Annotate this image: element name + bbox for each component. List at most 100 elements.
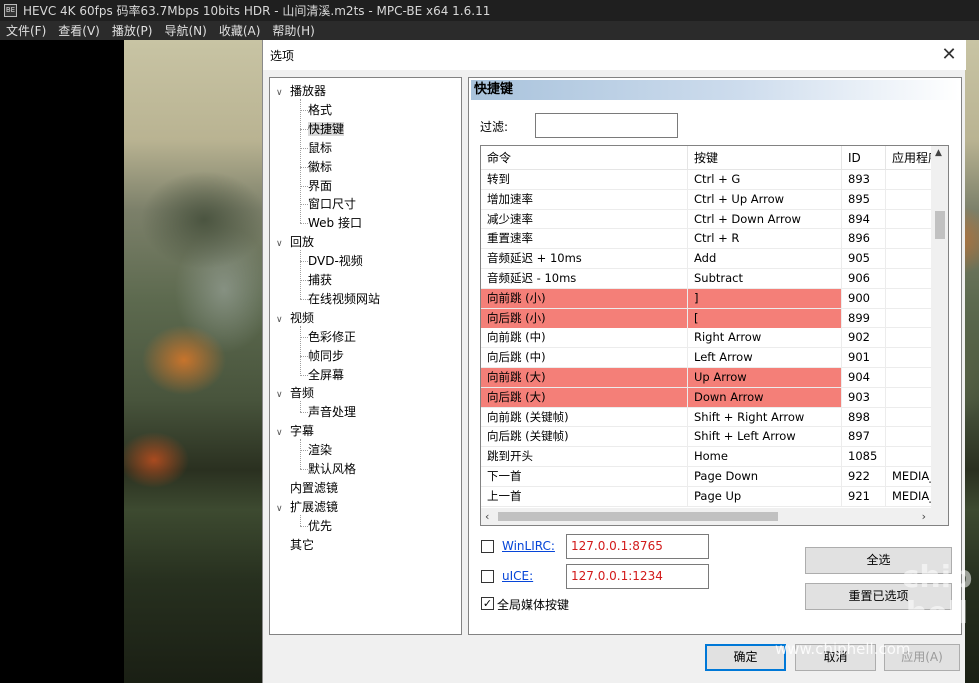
tree-item[interactable]: ∨ 视频 xyxy=(276,309,314,327)
table-row[interactable]: 跳到开头 Home 1085 xyxy=(481,447,932,467)
column-header-app[interactable]: 应用程序 xyxy=(886,146,932,170)
uice-address[interactable]: 127.0.0.1:1234 xyxy=(566,564,709,589)
ok-button[interactable]: 确定 xyxy=(705,644,786,671)
tree-connector xyxy=(300,280,308,281)
tree-item[interactable]: ∨ 扩展滤镜 xyxy=(276,498,338,516)
options-tree[interactable]: ∨ 播放器 格式 快捷键 鼠标 徽标 界面 窗口尺寸 Web 接口 ∨ 回放 DVD-视频 捕获 在线视频… xyxy=(269,77,462,635)
close-icon[interactable]: ✕ xyxy=(937,43,961,67)
winlirc-link[interactable]: WinLIRC: xyxy=(502,539,555,553)
cell-id: 896 xyxy=(842,229,886,249)
horizontal-scroll-thumb[interactable] xyxy=(498,512,778,521)
table-row[interactable]: 减少速率 Ctrl + Down Arrow 894 xyxy=(481,209,932,230)
tree-item[interactable]: 徽标 xyxy=(308,158,332,176)
table-row[interactable]: 音频延迟 - 10ms Subtract 906 xyxy=(481,268,932,289)
tree-item[interactable]: 界面 xyxy=(308,177,332,195)
tree-connector xyxy=(300,355,308,357)
tree-item[interactable]: 在线视频网站 xyxy=(308,290,380,308)
vertical-scroll-thumb[interactable] xyxy=(935,211,945,239)
table-row[interactable]: 音频延迟 + 10ms Add 905 xyxy=(481,249,932,269)
tree-item[interactable]: 渲染 xyxy=(308,441,332,459)
tree-item[interactable]: 全屏幕 xyxy=(308,366,344,384)
cell-key: [ xyxy=(688,308,842,328)
shortcuts-table[interactable]: 命令 按键 ID 应用程序 转到Ctrl + G893增加速率Ctrl + Up… xyxy=(480,145,949,526)
table-row[interactable]: 向前跳 (中) Right Arrow 902 xyxy=(481,328,932,349)
tree-item-label: 播放器 xyxy=(290,84,327,98)
tree-item[interactable]: 默认风格 xyxy=(308,460,356,478)
tree-item[interactable]: 色彩修正 xyxy=(308,328,356,346)
tree-item-label: 色彩修正 xyxy=(308,329,357,344)
table-row[interactable]: 向后跳 (小)[899 xyxy=(481,308,932,329)
tree-connector xyxy=(300,298,308,300)
tree-item[interactable]: 格式 xyxy=(308,101,332,119)
chevron-down-icon[interactable]: ∨ xyxy=(276,386,290,404)
cancel-button[interactable]: 取消 xyxy=(795,644,876,671)
tree-item-label: 帧同步 xyxy=(308,348,345,363)
cell-command: 跳到开头 xyxy=(481,447,688,467)
tree-item[interactable]: ∨ 音频 xyxy=(276,384,314,402)
column-header-key[interactable]: 按键 xyxy=(688,146,842,170)
uice-link[interactable]: uICE: xyxy=(502,569,533,583)
tree-item[interactable]: Web 接口 xyxy=(308,214,362,232)
tree-item[interactable]: ∨ 字幕 xyxy=(276,422,314,440)
table-row[interactable]: 上一首 Page Up 921 MEDIA_ xyxy=(481,486,932,507)
tree-item[interactable]: 内置滤镜 xyxy=(276,479,338,497)
cell-command: 向后跳 (中) xyxy=(481,348,688,368)
table-row[interactable]: 向后跳 (中) Left Arrow 901 xyxy=(481,348,932,368)
menu-play[interactable]: 播放(P) xyxy=(106,22,159,39)
chevron-down-icon[interactable]: ∨ xyxy=(276,235,290,253)
filter-input[interactable] xyxy=(535,113,678,138)
chevron-down-icon[interactable]: ∨ xyxy=(276,424,290,442)
chevron-down-icon[interactable]: ∨ xyxy=(276,311,290,329)
tree-item[interactable]: 帧同步 xyxy=(308,347,344,365)
winlirc-checkbox[interactable] xyxy=(481,540,494,553)
tree-item[interactable]: 声音处理 xyxy=(308,403,356,421)
menu-navigate[interactable]: 导航(N) xyxy=(158,22,212,39)
tree-item[interactable]: DVD-视频 xyxy=(308,252,363,270)
horizontal-scrollbar[interactable]: ‹ › xyxy=(481,508,948,525)
tree-item[interactable]: 窗口尺寸 xyxy=(308,195,356,213)
select-all-button[interactable]: 全选 xyxy=(805,547,952,574)
menu-view[interactable]: 查看(V) xyxy=(52,22,106,39)
tree-item[interactable]: ∨ 播放器 xyxy=(276,82,326,100)
table-row[interactable]: 向后跳 (大) Down Arrow 903 xyxy=(481,387,932,408)
scroll-left-icon[interactable]: ‹ xyxy=(485,510,489,523)
tree-item[interactable]: 鼠标 xyxy=(308,139,332,157)
tree-item-label: 全屏幕 xyxy=(308,367,345,382)
cell-key: Ctrl + Down Arrow xyxy=(688,209,842,229)
cell-app: MEDIA_ xyxy=(886,486,932,506)
tree-item[interactable]: ∨ 回放 xyxy=(276,233,314,251)
cell-app xyxy=(886,209,932,229)
table-row[interactable]: 转到 Ctrl + G 893 xyxy=(481,170,932,190)
table-row[interactable]: 重置速率 Ctrl + R 896 xyxy=(481,229,932,250)
chevron-down-icon[interactable]: ∨ xyxy=(276,84,290,102)
vertical-scrollbar[interactable]: ▲ xyxy=(931,146,948,508)
tree-connector xyxy=(300,439,301,469)
table-row[interactable]: 向前跳 (小)] 900 xyxy=(481,288,932,309)
table-row[interactable]: 下一首 Page Down 922 MEDIA_ xyxy=(481,466,932,487)
global-media-keys-checkbox[interactable]: ✓ xyxy=(481,597,494,610)
scroll-right-icon[interactable]: › xyxy=(922,510,926,523)
tree-item[interactable]: 快捷键 xyxy=(308,120,345,138)
reset-selected-button[interactable]: 重置已选项 xyxy=(805,583,952,610)
column-header-command[interactable]: 命令 xyxy=(481,146,688,170)
chevron-down-icon[interactable]: ∨ xyxy=(276,500,290,518)
uice-checkbox[interactable] xyxy=(481,570,494,583)
table-row[interactable]: 向后跳 (关键帧) Shift + Left Arrow 897 xyxy=(481,427,932,448)
tree-item[interactable]: 其它 xyxy=(276,536,314,554)
table-row[interactable]: 增加速率 Ctrl + Up Arrow 895 xyxy=(481,189,932,210)
apply-button[interactable]: 应用(A) xyxy=(884,644,960,671)
cell-id: 898 xyxy=(842,407,886,427)
tree-item[interactable]: 优先 xyxy=(308,517,332,535)
cell-app xyxy=(886,308,932,328)
menu-file[interactable]: 文件(F) xyxy=(0,22,52,39)
table-row[interactable]: 向前跳 (关键帧) Shift + Right Arrow 898 xyxy=(481,407,932,428)
tree-item[interactable]: 捕获 xyxy=(308,271,332,289)
menu-favorites[interactable]: 收藏(A) xyxy=(213,22,267,39)
scroll-up-icon[interactable]: ▲ xyxy=(935,148,942,158)
winlirc-address[interactable]: 127.0.0.1:8765 xyxy=(566,534,709,559)
cell-app xyxy=(886,447,932,467)
table-row[interactable]: 向前跳 (大) Up Arrow 904 xyxy=(481,367,932,388)
menu-help[interactable]: 帮助(H) xyxy=(266,22,320,39)
global-media-keys-label[interactable]: 全局媒体按键 xyxy=(497,596,569,613)
column-header-id[interactable]: ID xyxy=(842,146,886,170)
